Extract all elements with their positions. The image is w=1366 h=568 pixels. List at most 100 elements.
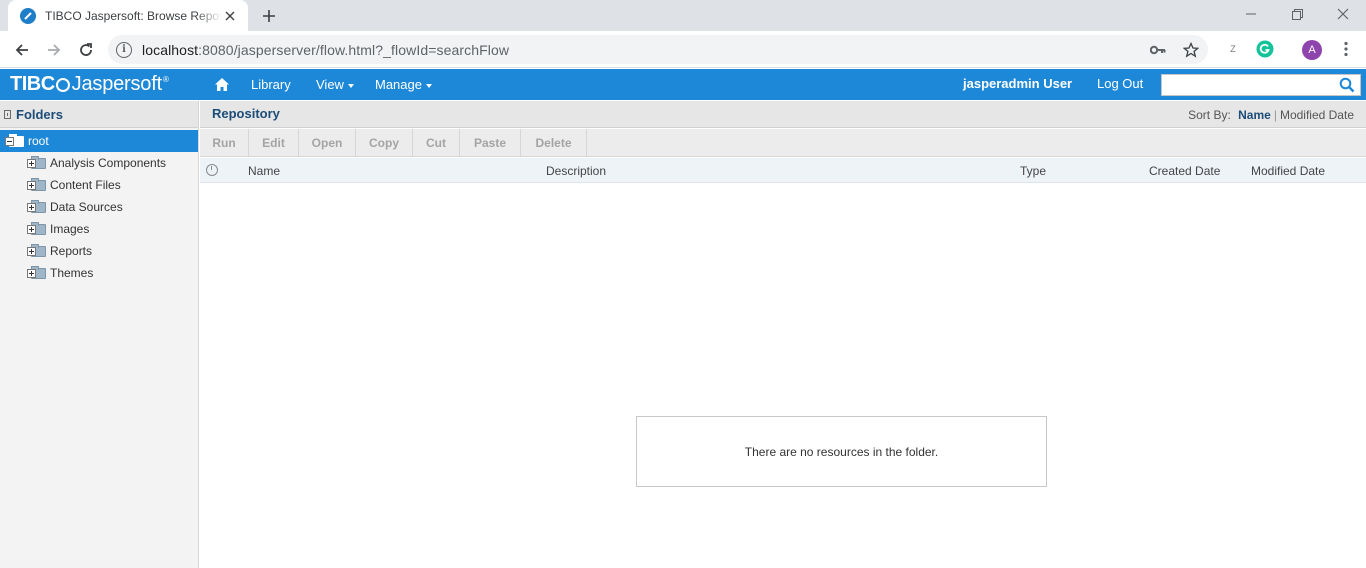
tree-node-label: Data Sources — [50, 200, 123, 214]
tree-node-label: root — [28, 134, 49, 148]
folder-open-icon — [5, 134, 24, 147]
tree-node-themes[interactable]: Themes — [27, 263, 93, 283]
tree-node-reports[interactable]: Reports — [27, 241, 92, 261]
delete-button[interactable]: Delete — [521, 129, 587, 157]
folder-icon[interactable] — [27, 178, 46, 191]
home-icon[interactable] — [214, 77, 230, 92]
url-path: :8080/jasperserver/flow.html?_flowId=sea… — [198, 41, 510, 58]
column-created-date[interactable]: Created Date — [1149, 164, 1220, 178]
tab-close-icon[interactable] — [222, 8, 238, 24]
minimize-button[interactable] — [1228, 0, 1274, 28]
cut-button[interactable]: Cut — [413, 129, 460, 157]
menu-manage[interactable]: Manage — [375, 77, 432, 92]
repository-title: Repository — [212, 106, 280, 121]
back-button[interactable] — [8, 36, 36, 64]
folders-panel: Folders root Analysis Components Content… — [0, 101, 199, 568]
new-tab-button[interactable] — [258, 5, 280, 27]
logo-jaspersoft-text: Jaspersoft — [71, 73, 162, 95]
zotero-extension-icon[interactable]: Z — [1224, 40, 1242, 58]
info-icon[interactable]: i — [116, 41, 132, 58]
empty-folder-message: There are no resources in the folder. — [636, 416, 1047, 487]
menu-view-label: View — [316, 77, 344, 92]
restore-button[interactable] — [1274, 0, 1320, 28]
tree-node-root[interactable]: root — [0, 130, 198, 152]
close-icon — [1337, 8, 1349, 20]
tree-node-label: Content Files — [50, 178, 121, 192]
app-header: TIBC Jaspersoft ® Library View Manage jasp… — [0, 69, 1366, 100]
tree-node-label: Reports — [50, 244, 93, 258]
paste-button[interactable]: Paste — [460, 129, 521, 157]
tree-node-analysis-components[interactable]: Analysis Components — [27, 153, 166, 173]
tibco-jaspersoft-logo[interactable]: TIBC Jaspersoft ® — [10, 73, 169, 96]
folder-icon[interactable] — [27, 266, 46, 279]
jaspersoft-favicon-icon — [20, 7, 36, 24]
key-icon[interactable] — [1149, 41, 1167, 59]
column-description[interactable]: Description — [546, 164, 606, 178]
browser-tab-strip: TIBCO Jaspersoft: Browse Repository — [0, 0, 1366, 31]
clock-icon — [206, 164, 218, 176]
browser-menu-icon[interactable] — [1337, 40, 1355, 58]
sort-by: Sort By: Name | Modified Date — [1188, 108, 1354, 122]
caret-down-icon — [347, 84, 354, 88]
folder-icon[interactable] — [27, 200, 46, 213]
menu-view[interactable]: View — [316, 77, 354, 92]
logo-tibco-text: TIBC — [10, 73, 55, 95]
column-modified-date[interactable]: Modified Date — [1251, 164, 1325, 178]
plus-icon — [263, 10, 275, 22]
folders-title: Folders — [16, 106, 63, 122]
menu-manage-label: Manage — [375, 77, 422, 92]
close-window-button[interactable] — [1320, 0, 1366, 28]
bookmark-star-icon[interactable] — [1182, 41, 1200, 59]
grammarly-extension-icon[interactable] — [1256, 40, 1274, 58]
tree-node-label: Images — [50, 222, 90, 236]
header-search — [1161, 74, 1361, 96]
reload-button[interactable] — [72, 36, 100, 64]
reload-icon — [80, 43, 92, 56]
restore-icon — [1291, 8, 1303, 20]
tree-node-content-files[interactable]: Content Files — [27, 175, 121, 195]
header-search-input[interactable] — [1162, 75, 1336, 95]
resource-list-header: Name Description Type Created Date Modif… — [200, 158, 1366, 183]
caret-down-icon — [425, 84, 432, 88]
forward-button[interactable] — [40, 36, 68, 64]
logout-link[interactable]: Log Out — [1097, 76, 1143, 91]
browser-tab[interactable]: TIBCO Jaspersoft: Browse Repository — [8, 0, 248, 31]
folder-icon[interactable] — [27, 244, 46, 257]
tab-title: TIBCO Jaspersoft: Browse Repository — [45, 8, 223, 23]
folders-panel-header: Folders — [0, 101, 198, 128]
tree-node-data-sources[interactable]: Data Sources — [27, 197, 123, 217]
folder-icon[interactable] — [27, 156, 46, 169]
tree-node-images[interactable]: Images — [27, 219, 89, 239]
logo-globe-icon — [55, 77, 70, 92]
browser-toolbar: i localhost:8080/jasperserver/flow.html?… — [0, 31, 1366, 68]
sort-by-label: Sort By: — [1188, 108, 1231, 122]
column-name[interactable]: Name — [248, 164, 280, 178]
panel-collapse-icon[interactable] — [4, 109, 11, 119]
column-type[interactable]: Type — [1020, 164, 1046, 178]
run-button[interactable]: Run — [200, 129, 249, 157]
repository-header: Repository Sort By: Name | Modified Date — [200, 101, 1366, 128]
folder-icon[interactable] — [27, 222, 46, 235]
search-icon[interactable] — [1339, 77, 1355, 93]
sort-separator: | — [1273, 108, 1277, 122]
url-host: localhost — [142, 41, 199, 58]
copy-button[interactable]: Copy — [356, 129, 413, 157]
url-text: localhost:8080/jasperserver/flow.html?_f… — [142, 42, 509, 58]
address-bar[interactable]: i localhost:8080/jasperserver/flow.html?… — [108, 35, 1208, 64]
sort-by-name[interactable]: Name — [1238, 108, 1271, 122]
tree-node-label: Analysis Components — [50, 156, 167, 170]
arrow-right-icon — [48, 44, 61, 56]
open-button[interactable]: Open — [299, 129, 356, 157]
empty-folder-message-text: There are no resources in the folder. — [744, 444, 939, 459]
tree-node-label: Themes — [50, 266, 94, 280]
action-toolbar: Run Edit Open Copy Cut Paste Delete — [200, 129, 1366, 157]
edit-button[interactable]: Edit — [249, 129, 299, 157]
logo-trademark: ® — [162, 75, 169, 84]
menu-library-label: Library — [251, 77, 291, 92]
arrow-left-icon — [15, 44, 28, 56]
menu-library[interactable]: Library — [251, 77, 291, 92]
sort-by-modified-date[interactable]: Modified Date — [1280, 108, 1354, 122]
profile-avatar[interactable]: A — [1302, 40, 1322, 60]
minimize-icon — [1246, 13, 1256, 15]
user-name: jasperadmin User — [963, 76, 1073, 91]
